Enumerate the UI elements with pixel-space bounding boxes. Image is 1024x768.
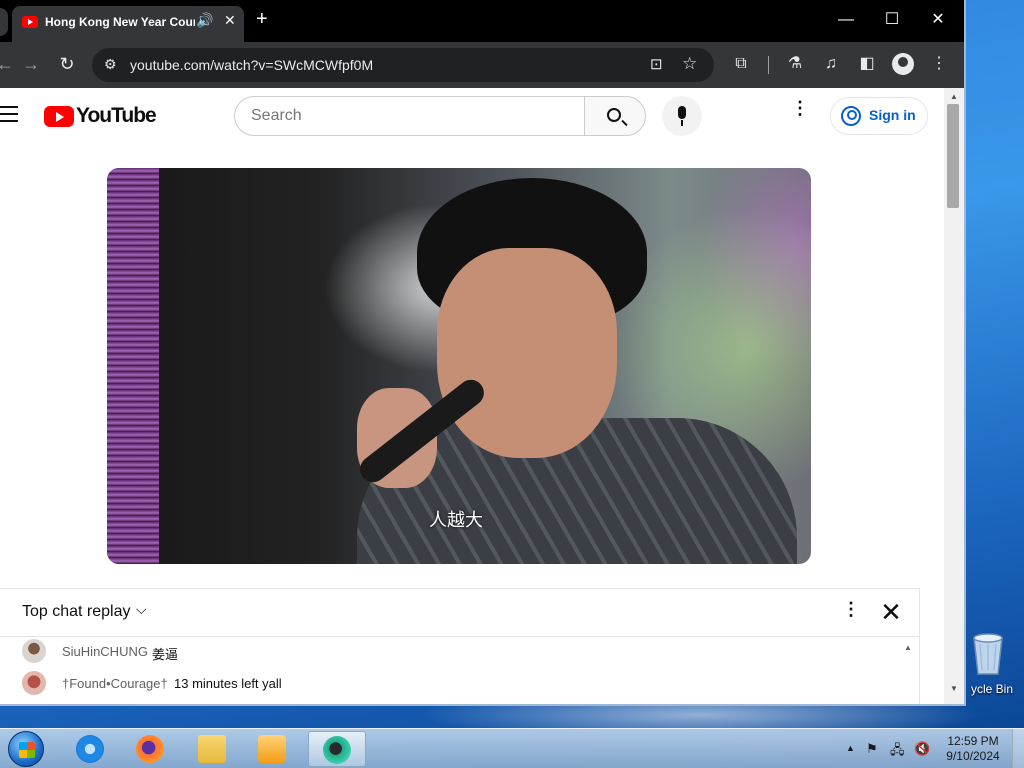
stage-lights	[107, 168, 159, 564]
page-scrollbar[interactable]: ▲ ▼	[944, 88, 964, 704]
kebab-icon[interactable]: ⋮	[928, 53, 950, 75]
window-minimize-button[interactable]: —	[826, 6, 866, 34]
search-placeholder: Search	[251, 107, 302, 124]
taskbar-app-media-player[interactable]	[246, 731, 298, 767]
youtube-wordmark: YouTube	[76, 104, 157, 127]
microphone-icon	[678, 106, 686, 119]
chat-text: 13 minutes left yall	[174, 676, 282, 691]
account-circle-icon	[841, 106, 861, 126]
live-chat-panel: Top chat replay ⌵ ⋮ ✕ ▲ SiuHinCHUNG 姜逼 †…	[0, 588, 920, 704]
arrow-right-icon[interactable]: →	[20, 53, 42, 75]
avatar[interactable]	[22, 639, 46, 663]
previous-tab[interactable]	[0, 8, 8, 36]
chat-close-icon[interactable]: ✕	[878, 597, 904, 627]
search-input[interactable]: Search	[234, 96, 584, 136]
taskbar: ▲ ⚑ 🖧 🔇 12:59 PM 9/10/2024	[0, 728, 1024, 768]
recycle-bin-label: ycle Bin	[970, 682, 1014, 696]
file-explorer-icon	[198, 735, 226, 763]
window-maximize-button[interactable]: ☐	[872, 6, 912, 34]
microphone-stem	[681, 120, 683, 126]
action-center-flag-icon[interactable]: ⚑	[866, 741, 882, 757]
taskbar-app-firefox[interactable]	[124, 731, 176, 767]
profile-icon[interactable]	[892, 53, 914, 75]
chat-author[interactable]: SiuHinCHUNG	[62, 644, 148, 659]
tab-title: Hong Kong New Year Cour	[45, 15, 195, 29]
chrome-app-icon	[323, 736, 351, 764]
new-tab-button[interactable]: +	[256, 9, 276, 31]
window-close-button[interactable]: ✕	[918, 6, 958, 34]
media-player-icon	[258, 735, 286, 763]
sign-in-label: Sign in	[869, 107, 916, 123]
url-text[interactable]: youtube.com/watch?v=SWcMCWfpf0M	[130, 57, 630, 75]
scroll-down-arrow-icon[interactable]: ▼	[950, 684, 958, 693]
tab-close-icon[interactable]: ✕	[224, 12, 240, 32]
media-queue-icon[interactable]: ♫	[820, 53, 842, 75]
recycle-bin[interactable]: ycle Bin	[960, 628, 1020, 700]
recycle-bin-icon	[973, 633, 1003, 675]
clock-time: 12:59 PM	[947, 734, 999, 748]
firefox-icon	[136, 735, 164, 763]
side-panel-icon[interactable]: ◧	[856, 53, 878, 75]
show-desktop-button[interactable]	[1012, 729, 1024, 768]
taskbar-app-ie[interactable]	[64, 731, 116, 767]
chat-header: Top chat replay ⌵ ⋮ ✕	[0, 589, 920, 637]
settings-kebab-icon[interactable]: ⋮	[790, 99, 810, 128]
chat-kebab-icon[interactable]: ⋮	[842, 599, 860, 627]
youtube-page: YouTube Search ⋮ Sign in 人越大 Top chat re…	[0, 88, 944, 704]
browser-toolbar: ← → ↻ ⚙ youtube.com/watch?v=SWcMCWfpf0M …	[0, 42, 964, 88]
internet-explorer-icon	[76, 735, 104, 763]
youtube-header: YouTube Search ⋮ Sign in	[0, 88, 944, 144]
avatar[interactable]	[22, 671, 46, 695]
toolbar-separator	[768, 56, 769, 74]
youtube-favicon-icon	[22, 16, 38, 28]
sign-in-button[interactable]: Sign in	[830, 97, 928, 135]
chat-scroll-up-icon[interactable]: ▲	[904, 643, 912, 652]
puzzle-icon[interactable]: ⧉	[730, 53, 752, 75]
flask-icon[interactable]: ⚗	[784, 53, 806, 75]
singer-face	[437, 248, 617, 458]
arrow-left-icon[interactable]: ←	[0, 53, 16, 75]
reload-icon[interactable]: ↻	[56, 53, 78, 75]
chat-author[interactable]: †Found•Courage†	[62, 676, 168, 691]
chat-message: †Found•Courage† 13 minutes left yall	[22, 671, 882, 697]
tab-active[interactable]: Hong Kong New Year Cour 🔊 ✕	[12, 6, 244, 42]
start-button[interactable]	[8, 731, 44, 767]
scrollbar-thumb[interactable]	[947, 104, 959, 208]
star-icon[interactable]: ☆	[682, 54, 702, 74]
speaker-icon[interactable]: 🔊	[196, 12, 214, 34]
chat-text: 姜逼	[152, 647, 179, 662]
taskbar-app-explorer[interactable]	[186, 731, 238, 767]
chat-mode-title[interactable]: Top chat replay	[22, 603, 131, 621]
tune-icon[interactable]: ⚙	[104, 56, 122, 74]
chevron-down-icon[interactable]: ⌵	[136, 601, 147, 618]
youtube-play-icon	[44, 106, 74, 127]
volume-muted-icon[interactable]: 🔇	[914, 741, 930, 757]
voice-search-button[interactable]	[662, 96, 702, 136]
search-button[interactable]	[584, 96, 646, 136]
system-clock[interactable]: 12:59 PM 9/10/2024	[944, 734, 1002, 764]
scroll-up-arrow-icon[interactable]: ▲	[950, 92, 958, 101]
chat-message: SiuHinCHUNG 姜逼	[22, 639, 882, 665]
network-icon[interactable]: 🖧	[890, 741, 906, 757]
video-subtitle: 人越大	[429, 510, 483, 531]
windows-logo-icon	[19, 742, 35, 758]
video-player[interactable]: 人越大	[107, 168, 811, 564]
browser-window: Hong Kong New Year Cour 🔊 ✕ + — ☐ ✕ ← → …	[0, 0, 966, 706]
install-app-icon[interactable]: ⊡	[650, 55, 670, 75]
address-bar[interactable]: ⚙ youtube.com/watch?v=SWcMCWfpf0M ⊡ ☆	[92, 48, 714, 82]
tab-strip: Hong Kong New Year Cour 🔊 ✕ + — ☐ ✕	[0, 0, 964, 42]
search-icon	[607, 108, 621, 122]
show-hidden-icons-button[interactable]: ▲	[846, 743, 855, 753]
taskbar-app-chrome-active[interactable]	[308, 731, 366, 767]
youtube-logo[interactable]: YouTube	[44, 104, 157, 128]
clock-date: 9/10/2024	[946, 749, 1000, 763]
hamburger-icon[interactable]	[0, 106, 20, 124]
